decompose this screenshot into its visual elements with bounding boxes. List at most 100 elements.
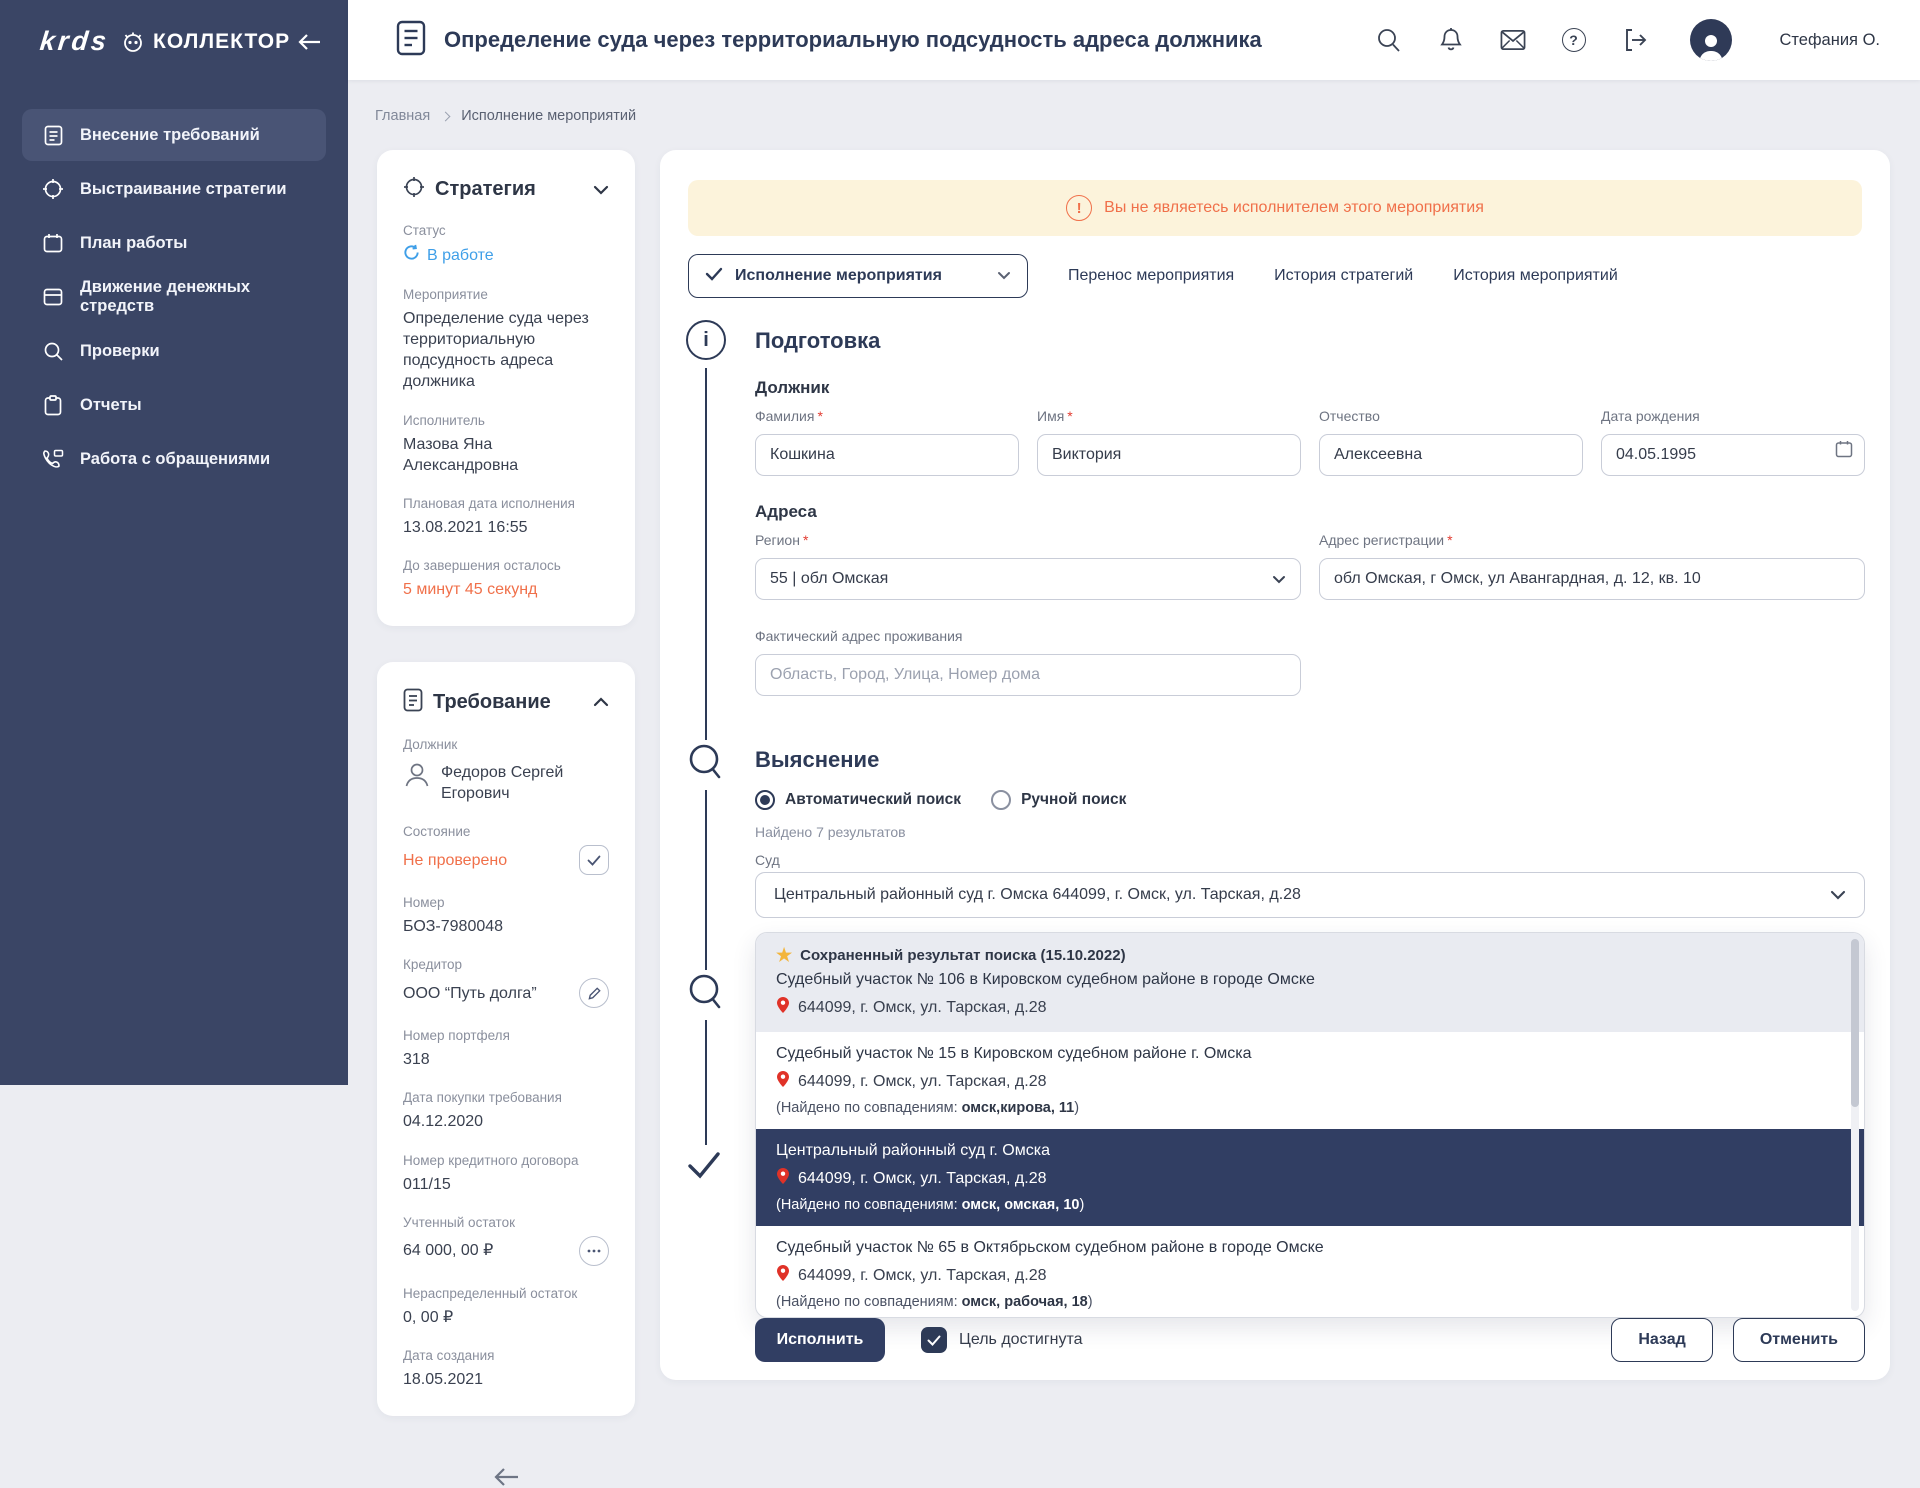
user-avatar[interactable] xyxy=(1690,19,1732,61)
sidebar-item-label: Движение денежных стредств xyxy=(80,278,306,316)
edit-pencil-button[interactable] xyxy=(579,978,609,1008)
actual-address-input[interactable] xyxy=(755,654,1301,696)
cancel-button[interactable]: Отменить xyxy=(1733,1318,1865,1362)
tab-perenos-meropriyatiya[interactable]: Перенос мероприятия xyxy=(1068,267,1234,285)
mail-icon[interactable] xyxy=(1500,27,1526,53)
unallocated-value: 0, 00 ₽ xyxy=(403,1307,609,1328)
match-note: (Найдено по совпадениям: омск,кирова, 11… xyxy=(776,1100,1844,1116)
target-icon xyxy=(42,178,64,200)
chevron-right-icon xyxy=(441,112,451,122)
sidebar-item-label: Отчеты xyxy=(80,396,142,415)
status-value: В работе xyxy=(403,244,609,267)
breadcrumb: Главная Исполнение мероприятий xyxy=(375,108,636,124)
verify-check-button[interactable] xyxy=(579,845,609,875)
chevron-down-icon[interactable] xyxy=(593,185,609,195)
sidebar-collapse-arrow-icon[interactable] xyxy=(296,31,322,53)
state-value: Не проверено xyxy=(403,850,507,871)
chevron-down-icon xyxy=(1830,890,1846,900)
execute-button[interactable]: Исполнить xyxy=(755,1318,885,1362)
court-address: 644099, г. Омск, ул. Тарская, д.28 xyxy=(798,999,1047,1017)
sidebar-item-dvizhenie-sredstv[interactable]: Движение денежных стредств xyxy=(22,271,326,323)
main-panel: ! Вы не являетесь исполнителем этого мер… xyxy=(660,150,1890,1380)
required-mark: * xyxy=(817,408,822,424)
clipboard-icon xyxy=(42,394,64,416)
calendar-icon xyxy=(42,232,64,254)
birthdate-input[interactable] xyxy=(1601,434,1865,476)
claim-card-title: Требование xyxy=(433,691,551,714)
sidebar-item-otchety[interactable]: Отчеты xyxy=(22,379,326,431)
help-icon[interactable]: ? xyxy=(1562,28,1586,52)
sidebar-item-label: Проверки xyxy=(80,342,160,361)
location-pin-icon xyxy=(776,996,790,1019)
balance-label: Учтенный остаток xyxy=(403,1215,609,1230)
user-name[interactable]: Стефания О. xyxy=(1780,31,1880,50)
back-button[interactable]: Назад xyxy=(1611,1318,1712,1362)
court-result[interactable]: Судебный участок № 65 в Октябрьском суде… xyxy=(756,1226,1864,1318)
goal-achieved-label: Цель достигнута xyxy=(959,1331,1083,1349)
star-icon: ★ xyxy=(776,946,792,964)
search-icon[interactable] xyxy=(1376,27,1402,53)
check-icon xyxy=(705,267,723,286)
tab-istoriya-meropriyatiy[interactable]: История мероприятий xyxy=(1453,267,1618,285)
calendar-icon[interactable] xyxy=(1835,440,1853,463)
breadcrumb-current: Исполнение мероприятий xyxy=(461,108,636,124)
claim-card: Требование Должник Федоров Сергей Егоров… xyxy=(377,662,635,1416)
birthdate-field: Дата рождения xyxy=(1601,408,1865,476)
rail-line xyxy=(705,790,707,970)
portfolio-label: Номер портфеля xyxy=(403,1028,609,1043)
court-select[interactable]: Центральный районный суд г. Омска 644099… xyxy=(755,872,1865,918)
court-result-saved[interactable]: ★ Сохраненный результат поиска (15.10.20… xyxy=(756,933,1864,1032)
remaining-label: До завершения осталось xyxy=(403,558,609,573)
status-label: Статус xyxy=(403,223,609,238)
tabs-row: Исполнение мероприятия Перенос мероприят… xyxy=(688,254,1618,298)
location-pin-icon xyxy=(776,1070,790,1093)
sidebar-item-plan-raboty[interactable]: План работы xyxy=(22,217,326,269)
notifications-bell-icon[interactable] xyxy=(1438,27,1464,53)
lastname-label: Фамилия xyxy=(755,408,814,424)
sidebar-item-rabota-s-obrashcheniyami[interactable]: Работа с обращениями xyxy=(22,433,326,485)
registration-address-input[interactable] xyxy=(1319,558,1865,600)
radio-auto-search[interactable]: Автоматический поиск xyxy=(755,790,961,810)
required-mark: * xyxy=(803,532,808,548)
person-icon xyxy=(403,760,431,793)
lastname-input[interactable] xyxy=(755,434,1019,476)
collapse-panel-arrow-icon[interactable] xyxy=(492,1466,520,1488)
tab-active-dropdown[interactable]: Исполнение мероприятия xyxy=(688,254,1028,298)
court-name: Центральный районный суд г. Омска xyxy=(776,1142,1844,1160)
logout-icon[interactable] xyxy=(1622,27,1648,53)
sidebar-item-vystraivanie-strategii[interactable]: Выстраивание стратегии xyxy=(22,163,326,215)
chevron-up-icon[interactable] xyxy=(593,697,609,707)
breadcrumb-home[interactable]: Главная xyxy=(375,108,430,124)
warning-icon: ! xyxy=(1066,195,1092,221)
sidebar-nav: Внесение требований Выстраивание стратег… xyxy=(0,109,348,485)
court-result[interactable]: Судебный участок № 15 в Кировском судебн… xyxy=(756,1032,1864,1129)
birthdate-label: Дата рождения xyxy=(1601,408,1700,424)
contract-value: 011/15 xyxy=(403,1174,609,1195)
court-result-selected[interactable]: Центральный районный суд г. Омска 644099… xyxy=(756,1129,1864,1226)
sidebar-item-vnesenie-trebovaniy[interactable]: Внесение требований xyxy=(22,109,326,161)
registration-address-label: Адрес регистрации xyxy=(1319,532,1444,548)
event-value: Определение суда через территориальную п… xyxy=(403,308,609,392)
middlename-input[interactable] xyxy=(1319,434,1583,476)
warning-text: Вы не являетесь исполнителем этого мероп… xyxy=(1104,199,1484,217)
match-note: (Найдено по совпадениям: омск, омская, 1… xyxy=(776,1197,1844,1213)
firstname-input[interactable] xyxy=(1037,434,1301,476)
chevron-down-icon xyxy=(1272,575,1286,584)
planned-date-label: Плановая дата исполнения xyxy=(403,496,609,511)
section-search-heading: Выяснение xyxy=(755,747,879,773)
firstname-label: Имя xyxy=(1037,408,1064,424)
scrollbar-thumb[interactable] xyxy=(1851,939,1859,1107)
goal-achieved-checkbox[interactable]: Цель достигнута xyxy=(921,1327,1083,1353)
purchase-date-value: 04.12.2020 xyxy=(403,1111,609,1132)
radio-manual-search[interactable]: Ручной поиск xyxy=(991,790,1126,810)
rail-line xyxy=(705,1020,707,1145)
portfolio-value: 318 xyxy=(403,1049,609,1070)
debtor-fields-row: Фамилия* Имя* Отчество Дата рождения xyxy=(755,408,1865,476)
actual-address-label: Фактический адрес проживания xyxy=(755,628,962,644)
tab-istoriya-strategiy[interactable]: История стратегий xyxy=(1274,267,1413,285)
more-options-button[interactable] xyxy=(579,1236,609,1266)
region-select[interactable]: 55 | обл Омская xyxy=(755,558,1301,600)
phone-icon xyxy=(42,448,64,470)
purchase-date-label: Дата покупки требования xyxy=(403,1090,609,1105)
sidebar-item-proverki[interactable]: Проверки xyxy=(22,325,326,377)
